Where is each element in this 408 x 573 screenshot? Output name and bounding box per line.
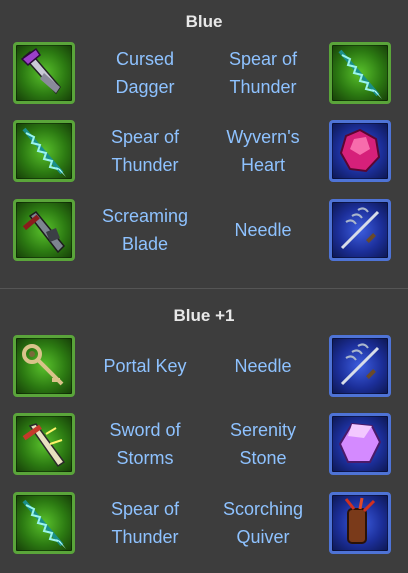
portal-key-icon[interactable] <box>13 335 75 397</box>
item-pair-row: Portal Key Needle <box>0 335 408 403</box>
section-title: Blue +1 <box>173 306 235 325</box>
item-name: Wyvern's Heart <box>226 127 300 175</box>
needle-icon[interactable] <box>329 335 391 397</box>
spear-of-thunder-icon[interactable] <box>13 492 75 554</box>
item-name: Cursed Dagger <box>115 49 175 97</box>
item-name: Serenity Stone <box>229 420 297 468</box>
spear-of-thunder-icon[interactable] <box>329 42 391 104</box>
item-name: Sword of Storms <box>109 420 181 468</box>
sword-of-storms-icon[interactable] <box>13 413 75 475</box>
item-pair-row: Spear of Thunder Scorching Quiver <box>0 492 408 560</box>
item-name: Needle <box>234 220 292 240</box>
section-title: Blue <box>185 12 223 31</box>
spear-of-thunder-icon[interactable] <box>13 120 75 182</box>
screaming-blade-icon[interactable] <box>13 199 75 261</box>
item-pair-row: Cursed Dagger Spear of Thunder <box>0 42 408 110</box>
section-blue: Blue Cursed Dagger Spear of Thunder Spea… <box>0 0 408 288</box>
item-name: Spear of Thunder <box>228 49 298 97</box>
item-name: Scorching Quiver <box>222 499 304 547</box>
item-name: Portal Key <box>103 356 187 376</box>
item-pair-row: Spear of Thunder Wyvern's Heart <box>0 120 408 188</box>
item-name: Spear of Thunder <box>110 127 180 175</box>
cursed-dagger-icon[interactable] <box>13 42 75 104</box>
section-blue-plus-1: Blue +1 Portal Key Needle Sword of Storm… <box>0 289 408 573</box>
scorching-quiver-icon[interactable] <box>329 492 391 554</box>
item-pair-row: Sword of Storms Serenity Stone <box>0 413 408 481</box>
wyverns-heart-icon[interactable] <box>329 120 391 182</box>
item-name: Spear of Thunder <box>110 499 180 547</box>
item-name: Screaming Blade <box>101 206 189 254</box>
serenity-stone-icon[interactable] <box>329 413 391 475</box>
needle-icon[interactable] <box>329 199 391 261</box>
item-name: Needle <box>234 356 292 376</box>
item-pair-row: Screaming Blade Needle <box>0 199 408 267</box>
